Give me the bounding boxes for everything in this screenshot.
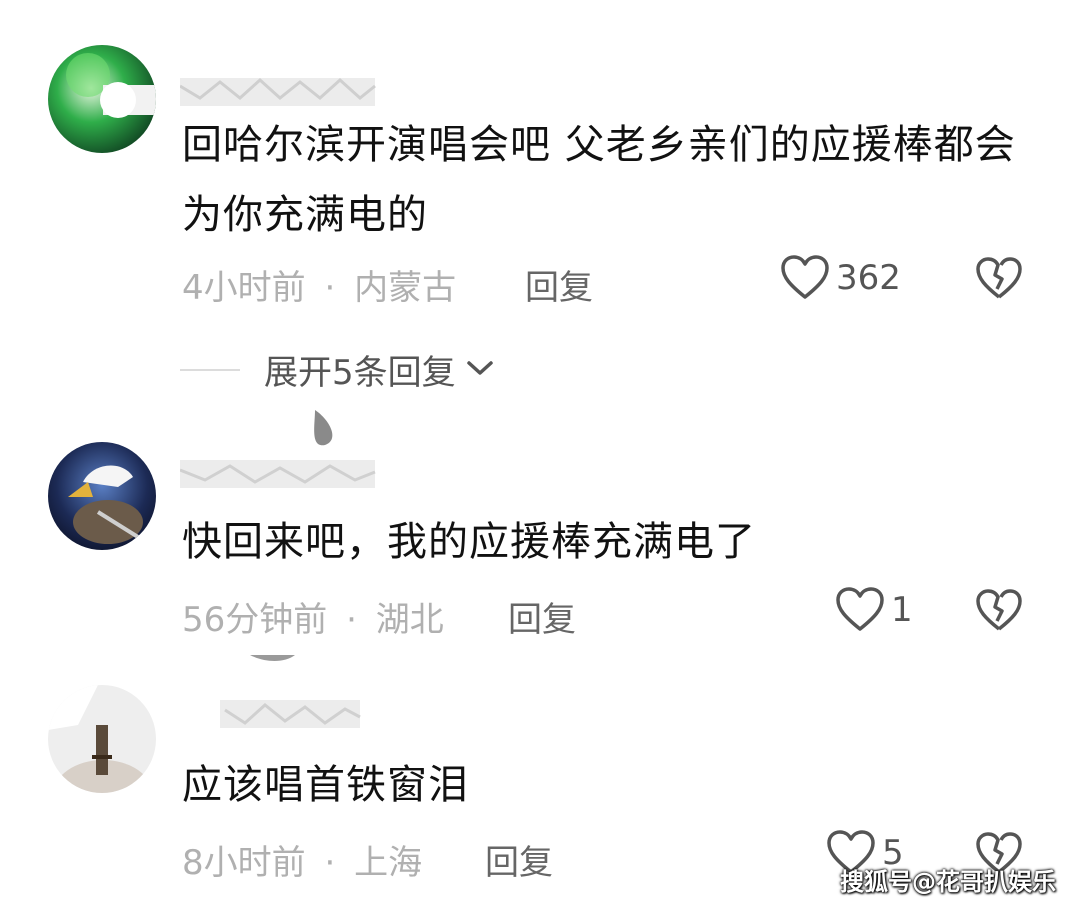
like-count: 362 xyxy=(836,258,901,298)
comment-meta: 8小时前 · 上海 xyxy=(182,835,422,884)
comment-text: 应该唱首铁窗泪 xyxy=(182,762,469,808)
comment-time: 4小时前 xyxy=(182,268,306,308)
meta-separator: · xyxy=(346,600,357,640)
comment-time: 8小时前 xyxy=(182,843,306,883)
comment-text: 回哈尔滨开演唱会吧 父老乡亲们的应援棒都会为你充满电的 xyxy=(182,122,1016,238)
comment-location: 湖北 xyxy=(375,600,444,640)
expand-replies[interactable]: 展开5条回复 xyxy=(180,345,494,394)
reply-button[interactable]: 回复 xyxy=(485,835,553,884)
like-button[interactable]: 1 xyxy=(835,587,913,633)
divider xyxy=(180,368,240,371)
like-count: 1 xyxy=(891,590,913,630)
meta-separator: · xyxy=(324,268,336,308)
reply-button[interactable]: 回复 xyxy=(525,260,593,309)
reply-button[interactable]: 回复 xyxy=(508,592,576,641)
username-masked[interactable] xyxy=(180,655,380,728)
expand-replies-label: 展开5条回复 xyxy=(264,353,456,393)
username-masked[interactable] xyxy=(180,410,380,488)
like-button[interactable]: 362 xyxy=(780,255,901,301)
chevron-down-icon xyxy=(466,358,494,382)
avatar[interactable] xyxy=(48,442,156,550)
comment-location: 内蒙古 xyxy=(354,268,457,308)
watermark: 搜狐号@花哥扒娱乐 xyxy=(840,868,1056,896)
heart-outline-icon xyxy=(780,255,830,301)
comment-text: 快回来吧，我的应援棒充满电了 xyxy=(182,519,756,565)
broken-heart-icon xyxy=(975,589,1023,633)
dislike-button[interactable] xyxy=(975,589,1023,633)
username-masked[interactable] xyxy=(180,58,380,106)
avatar[interactable] xyxy=(48,685,156,793)
meta-separator: · xyxy=(324,843,336,883)
comment-time: 56分钟前 xyxy=(182,600,328,640)
comment-meta: 4小时前 · 内蒙古 xyxy=(182,260,456,309)
avatar[interactable] xyxy=(48,45,156,153)
comment-meta: 56分钟前 · 湖北 xyxy=(182,592,444,641)
heart-outline-icon xyxy=(835,587,885,633)
broken-heart-icon xyxy=(975,257,1023,301)
dislike-button[interactable] xyxy=(975,257,1023,301)
comment-location: 上海 xyxy=(354,843,423,883)
